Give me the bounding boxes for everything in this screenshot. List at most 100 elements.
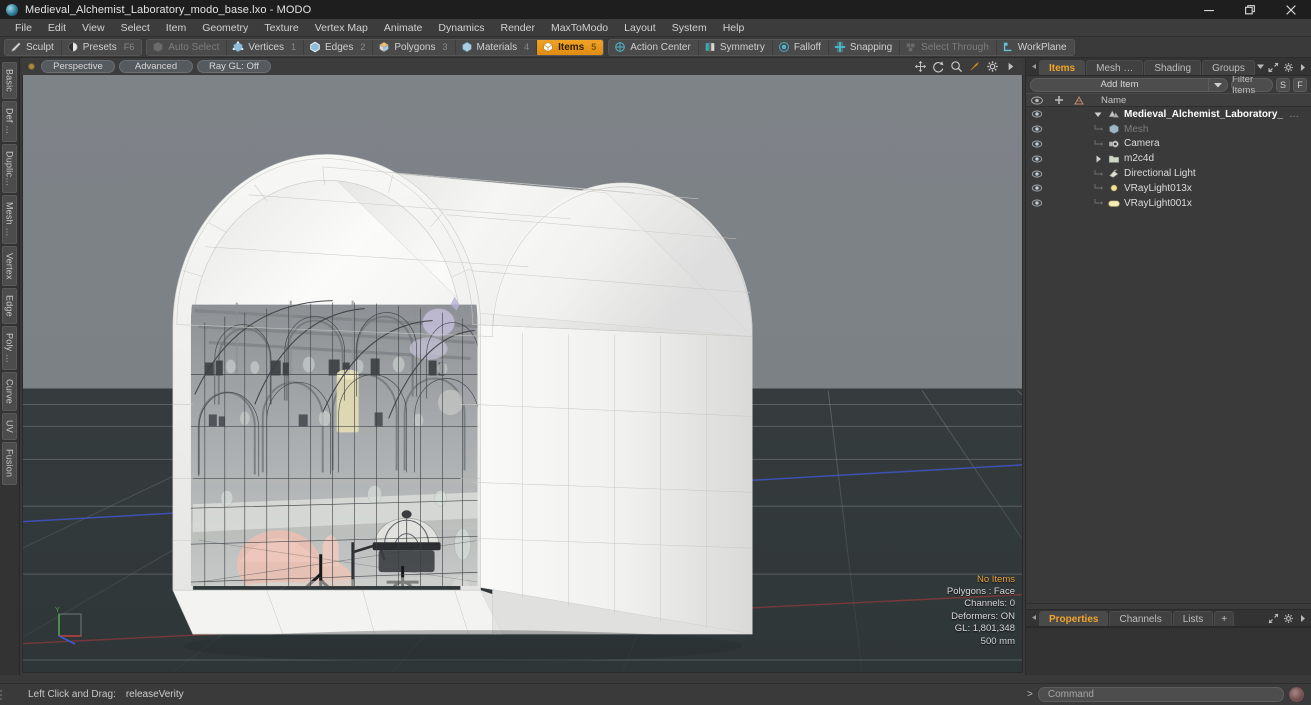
polygons-button[interactable]: Polygons 3	[373, 39, 456, 55]
zoom-icon[interactable]	[950, 60, 963, 73]
left-tab-curve[interactable]: Curve	[2, 372, 17, 412]
panel-tabs-scroll-left-icon[interactable]	[1030, 57, 1039, 75]
toolbar-button-badge: 4	[524, 42, 530, 52]
menu-item-geometry[interactable]: Geometry	[194, 20, 256, 36]
menu-item-edit[interactable]: Edit	[40, 20, 74, 36]
menu-item-texture[interactable]: Texture	[256, 20, 306, 36]
menu-item-render[interactable]: Render	[493, 20, 543, 36]
auto-select-button[interactable]: Auto Select	[147, 39, 228, 55]
chevron-right-icon[interactable]	[1298, 63, 1307, 72]
fit-view-icon[interactable]	[968, 60, 981, 73]
gear-icon[interactable]	[986, 60, 999, 73]
tab-groups[interactable]: Groups	[1202, 60, 1255, 75]
tab-properties[interactable]: Properties	[1039, 611, 1109, 626]
menu-item-vertex-map[interactable]: Vertex Map	[307, 20, 376, 36]
filter-s-button[interactable]: S	[1276, 77, 1290, 92]
viewport-raygl-toggle[interactable]: Ray GL: Off	[197, 60, 271, 73]
materials-button[interactable]: Materials 4	[456, 39, 538, 55]
item-visibility-toggle[interactable]	[1026, 153, 1048, 165]
viewport-shading-mode[interactable]: Advanced	[119, 60, 193, 73]
maximize-button[interactable]	[1229, 0, 1270, 19]
menu-item-help[interactable]: Help	[715, 20, 753, 36]
gear-icon[interactable]	[1283, 62, 1294, 73]
filter-f-button[interactable]: F	[1293, 77, 1307, 92]
menu-item-select[interactable]: Select	[113, 20, 158, 36]
menu-item-file[interactable]: File	[7, 20, 40, 36]
expand-icon[interactable]	[1268, 62, 1279, 73]
workplane-button[interactable]: WorkPlane	[997, 40, 1074, 55]
item-visibility-toggle[interactable]	[1026, 168, 1048, 180]
sculpt-button[interactable]: Sculpt	[5, 39, 62, 55]
select-through-button[interactable]: Select Through	[900, 39, 997, 55]
close-button[interactable]	[1270, 0, 1311, 19]
minimize-button[interactable]	[1188, 0, 1229, 19]
rotate-icon[interactable]	[932, 60, 945, 73]
tab-mesh[interactable]: Mesh …	[1086, 60, 1144, 75]
item-row[interactable]: Medieval_Alchemist_Laboratory_…	[1026, 107, 1311, 122]
presets-button[interactable]: Presets F6	[62, 40, 141, 55]
viewport-view-mode[interactable]: Perspective	[41, 60, 115, 73]
item-row[interactable]: Camera	[1026, 137, 1311, 152]
menu-item-system[interactable]: System	[664, 20, 715, 36]
menu-item-dynamics[interactable]: Dynamics	[430, 20, 492, 36]
tab-lists[interactable]: Lists	[1172, 611, 1214, 626]
left-tab-poly[interactable]: Poly …	[2, 326, 17, 371]
items-button[interactable]: Items 5	[537, 39, 604, 55]
symmetry-button[interactable]: Symmetry	[699, 39, 773, 55]
command-execute-button[interactable]	[1289, 687, 1304, 702]
item-row[interactable]: Mesh	[1026, 122, 1311, 137]
item-visibility-toggle[interactable]	[1026, 138, 1048, 150]
tab-channels[interactable]: Channels	[1109, 611, 1172, 626]
left-tab-def[interactable]: Def …	[2, 101, 17, 142]
menu-item-maxtomodo[interactable]: MaxToModo	[543, 20, 616, 36]
tab-+[interactable]: +	[1214, 611, 1235, 626]
chevron-right-icon[interactable]	[1298, 614, 1307, 623]
left-tab-vertex[interactable]: Vertex	[2, 245, 17, 287]
left-tab-mesh[interactable]: Mesh …	[2, 194, 17, 244]
item-visibility-toggle[interactable]	[1026, 123, 1048, 135]
tab-items[interactable]: Items	[1039, 60, 1086, 75]
left-tab-fusion[interactable]: Fusion	[2, 442, 17, 485]
expand-icon[interactable]	[1268, 613, 1279, 624]
tab-shading[interactable]: Shading	[1144, 60, 1202, 75]
menu-item-layout[interactable]: Layout	[616, 20, 664, 36]
toolbar-button-badge: 1	[290, 42, 296, 52]
snapping-button[interactable]: Snapping	[829, 39, 901, 55]
menu-item-item[interactable]: Item	[158, 20, 194, 36]
edges-button[interactable]: Edges 2	[304, 39, 374, 55]
filter-items-input[interactable]: Filter Items	[1231, 74, 1273, 96]
vertices-button[interactable]: Vertices 1	[227, 39, 304, 55]
item-row[interactable]: m2c4d	[1026, 151, 1311, 166]
chevron-down-icon[interactable]	[1256, 57, 1265, 75]
item-name: Medieval_Alchemist_Laboratory_	[1124, 108, 1283, 120]
menu-item-animate[interactable]: Animate	[376, 20, 431, 36]
left-tab-duplic[interactable]: Duplic…	[2, 143, 17, 193]
twirl-down-icon[interactable]	[1090, 111, 1106, 118]
item-row[interactable]: Directional Light	[1026, 166, 1311, 181]
item-visibility-toggle[interactable]	[1026, 108, 1048, 120]
item-visibility-toggle[interactable]	[1026, 197, 1048, 209]
twirl-right-icon[interactable]	[1090, 155, 1106, 163]
add-item-dropdown-icon[interactable]	[1209, 77, 1228, 92]
falloff-button[interactable]: Falloff	[773, 39, 829, 55]
cylinder-light-icon	[1107, 200, 1120, 207]
command-input[interactable]: Command	[1037, 687, 1284, 702]
left-tab-edge[interactable]: Edge	[2, 288, 17, 325]
chevron-right-icon[interactable]	[1004, 60, 1017, 73]
viewport-menu-dot-icon[interactable]	[28, 63, 35, 70]
item-visibility-toggle[interactable]	[1026, 182, 1048, 194]
move-icon[interactable]	[914, 60, 927, 73]
axis-gizmo[interactable]: Y	[45, 602, 93, 650]
add-item-button[interactable]: Add Item	[1030, 77, 1228, 92]
menu-item-view[interactable]: View	[74, 20, 113, 36]
model-alchemist-laboratory[interactable]	[23, 75, 1022, 672]
items-list[interactable]: Medieval_Alchemist_Laboratory_ … Mesh Camer…	[1026, 107, 1311, 603]
bottom-tabs-scroll-left-icon[interactable]	[1030, 608, 1039, 626]
left-tab-basic[interactable]: Basic	[2, 62, 17, 100]
item-row[interactable]: VRayLight013x	[1026, 181, 1311, 196]
left-tab-uv[interactable]: UV	[2, 413, 17, 441]
viewport-3d-canvas[interactable]: Y No Items Polygons : Face Channels: 0 D…	[22, 75, 1023, 673]
action-center-button[interactable]: Action Center	[609, 39, 699, 55]
item-row[interactable]: VRayLight001x	[1026, 196, 1311, 211]
gear-icon[interactable]	[1283, 613, 1294, 624]
